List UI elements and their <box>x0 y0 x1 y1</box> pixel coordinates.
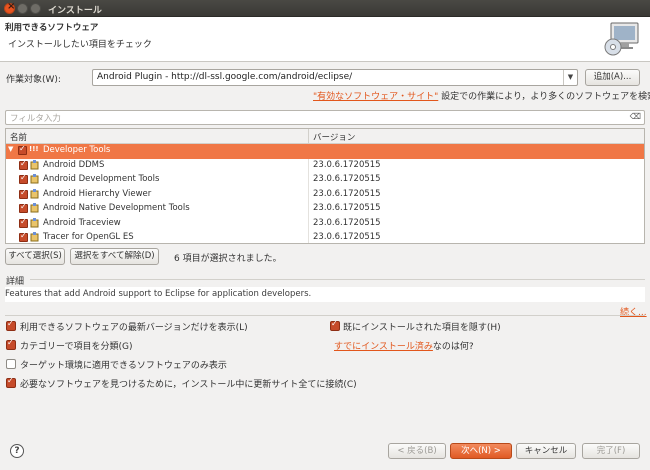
tree-group-row[interactable]: ▼ !!! Developer Tools <box>6 144 644 159</box>
row-checkbox[interactable] <box>19 159 28 170</box>
details-divider <box>30 279 645 280</box>
table-header: 名前 バージョン <box>6 129 644 144</box>
contact-all-sites-label[interactable]: 必要なソフトウェアを見つけるために，インストール中に更新サイト全てに接続(C) <box>20 377 357 390</box>
feature-package-icon <box>30 217 39 227</box>
table-row[interactable]: Tracer for OpenGL ES 23.0.6.1720515 <box>6 231 644 243</box>
already-installed-link[interactable]: すでにインストール済み <box>334 342 433 352</box>
row-name: Android Native Development Tools <box>43 203 190 213</box>
details-label: 詳細 <box>6 277 25 287</box>
wizard-page-subtitle: インストールしたい項目をチェック <box>8 40 152 50</box>
feature-package-icon <box>30 159 39 169</box>
clear-filter-icon[interactable]: ⌫ <box>630 112 641 121</box>
column-header-name[interactable]: 名前 <box>10 131 27 143</box>
contact-all-sites-checkbox[interactable] <box>6 376 16 388</box>
row-name: Android Hierarchy Viewer <box>43 188 152 199</box>
feature-package-icon <box>30 188 39 198</box>
selection-status: 6 項目が選択されました。 <box>174 254 282 264</box>
work-with-value: Android Plugin - http://dl-ssl.google.co… <box>97 72 353 82</box>
work-with-hint-text: 設定での作業により，より多くのソフトウェアを検索。 <box>438 92 650 102</box>
target-env-checkbox[interactable] <box>6 359 16 369</box>
work-with-label: 作業対象(W): <box>6 75 61 85</box>
table-row[interactable]: Android Hierarchy Viewer 23.0.6.1720515 <box>6 188 644 203</box>
next-button[interactable]: 次へ(N) > <box>450 443 512 459</box>
window-titlebar: インストール <box>0 0 650 17</box>
table-row[interactable]: Android Traceview 23.0.6.1720515 <box>6 217 644 232</box>
help-icon[interactable]: ? <box>10 444 24 458</box>
wizard-header: 利用できるソフトウェア インストールしたい項目をチェック <box>0 17 650 62</box>
select-all-button[interactable]: すべて選択(S) <box>5 248 65 265</box>
more-details-link[interactable]: 続く... <box>620 305 647 318</box>
table-row[interactable]: Android DDMS 23.0.6.1720515 <box>6 159 644 174</box>
row-name: Android DDMS <box>43 159 105 170</box>
row-checkbox[interactable] <box>19 202 28 213</box>
row-name: Android Development Tools <box>43 174 160 184</box>
row-checkbox[interactable] <box>19 231 28 242</box>
column-separator <box>308 129 309 144</box>
table-row[interactable]: Android Native Development Tools 23.0.6.… <box>6 202 644 217</box>
already-installed-suffix: なのは何? <box>432 342 474 352</box>
window-title: インストール <box>48 6 102 16</box>
install-monitor-cd-icon <box>604 22 639 56</box>
details-text-box: Features that add Android support to Ecl… <box>5 287 645 302</box>
row-checkbox[interactable] <box>19 217 28 228</box>
row-checkbox[interactable] <box>19 188 28 199</box>
row-checkbox[interactable] <box>19 173 28 184</box>
chevron-down-icon[interactable]: ▼ <box>563 70 577 85</box>
feature-package-icon <box>30 174 39 184</box>
details-text: Features that add Android support to Ecl… <box>5 289 312 299</box>
latest-only-checkbox[interactable] <box>6 319 16 331</box>
group-by-category-label[interactable]: カテゴリーで項目を分類(G) <box>20 339 132 352</box>
filter-placeholder: フィルタ入力 <box>10 114 61 124</box>
latest-only-label[interactable]: 利用できるソフトウェアの最新バージョンだけを表示(L) <box>20 320 248 333</box>
finish-button[interactable]: 完了(F) <box>582 443 640 459</box>
feature-package-icon <box>30 203 39 213</box>
table-row[interactable]: Android Development Tools 23.0.6.1720515 <box>6 173 644 188</box>
work-with-hint: "有効なソフトウェア・サイト" 設定での作業により，より多くのソフトウェアを検索… <box>313 89 650 102</box>
cancel-button[interactable]: キャンセル <box>516 443 576 459</box>
row-version: 23.0.6.1720515 <box>313 232 381 242</box>
wizard-page-title: 利用できるソフトウェア <box>5 23 99 33</box>
hide-installed-label[interactable]: 既にインストールされた項目を隠す(H) <box>343 320 501 333</box>
hide-installed-checkbox[interactable] <box>330 319 340 331</box>
section-divider <box>5 315 645 316</box>
feature-package-icon <box>30 232 39 242</box>
back-button[interactable]: < 戻る(B) <box>388 443 446 459</box>
row-version: 23.0.6.1720515 <box>313 217 381 228</box>
row-version: 23.0.6.1720515 <box>313 188 381 199</box>
row-name: Android Traceview <box>43 217 121 228</box>
group-by-category-checkbox[interactable] <box>6 338 16 350</box>
already-installed-hint: すでにインストール済みなのは何? <box>334 339 474 352</box>
add-site-button[interactable]: 追加(A)... <box>585 69 640 86</box>
available-sites-link[interactable]: "有効なソフトウェア・サイト" <box>313 92 438 102</box>
row-version: 23.0.6.1720515 <box>313 174 381 184</box>
filter-input[interactable]: フィルタ入力 ⌫ <box>5 110 645 125</box>
category-icon: !!! <box>29 145 39 153</box>
row-version: 23.0.6.1720515 <box>313 203 381 213</box>
group-checkbox[interactable] <box>18 144 27 155</box>
group-label: Developer Tools <box>43 145 111 155</box>
row-version: 23.0.6.1720515 <box>313 159 381 170</box>
work-with-combo[interactable]: Android Plugin - http://dl-ssl.google.co… <box>92 69 578 86</box>
software-tree-table[interactable]: 名前 バージョン ▼ !!! Developer Tools Android D… <box>5 128 645 244</box>
row-name: Tracer for OpenGL ES <box>43 232 134 242</box>
target-env-label[interactable]: ターゲット環境に適用できるソフトウェアのみ表示 <box>20 358 227 371</box>
expand-triangle-icon[interactable]: ▼ <box>8 145 13 153</box>
deselect-all-button[interactable]: 選択をすべて解除(D) <box>70 248 159 265</box>
column-header-version[interactable]: バージョン <box>313 131 355 143</box>
